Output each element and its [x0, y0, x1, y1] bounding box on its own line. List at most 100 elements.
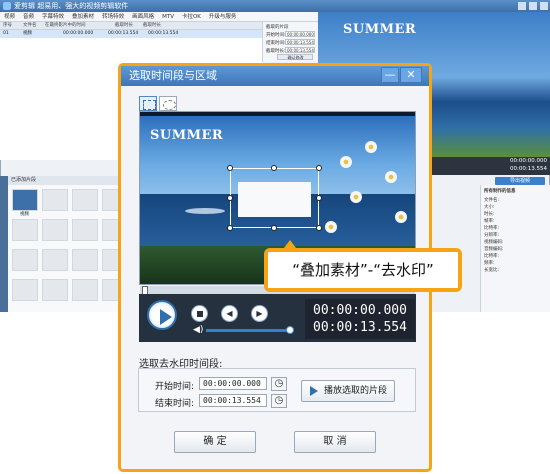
minimize-window-icon[interactable] [518, 2, 526, 10]
stop-button[interactable] [191, 305, 208, 322]
clip-list-header: 序号 文件名 在最终影片中的时间 截取时长 截取时长 [0, 22, 262, 30]
end-time-label: 结束时间: [155, 399, 195, 409]
media-thumb[interactable] [72, 279, 98, 301]
row-duration-2: 00:00:13.554 [148, 31, 179, 36]
media-thumb[interactable] [42, 189, 68, 211]
media-thumb[interactable] [42, 279, 68, 301]
selection-handle-mr[interactable] [316, 195, 322, 201]
menu-video[interactable]: 视频 [0, 12, 19, 22]
clip-list-row[interactable]: 01 视频 00:00:00.000 00:00:13.554 00:00:13.554 [0, 30, 262, 38]
menu-subtitle-effects[interactable]: 字幕特效 [38, 12, 68, 22]
row-index: 01 [3, 31, 9, 36]
clip-start-label: 开始时间: [266, 33, 286, 38]
cancel-button[interactable]: 取 消 [294, 431, 376, 453]
main-time-display: 00:00:00.000 00:00:13.554 [432, 157, 550, 175]
app-logo-icon [3, 2, 11, 10]
end-time-pick-button[interactable]: ◷ [271, 394, 287, 408]
callout-label: “叠加素材”-“去水印” [268, 252, 458, 288]
media-thumb[interactable] [12, 219, 38, 241]
main-time-current: 00:00:00.000 [510, 158, 547, 164]
props-filename: 文件名: [484, 198, 500, 203]
properties-panel: 所有制作的信息 文件名: 大小: 时长: 帧率: 比特率: 分辨率: 视频编码:… [480, 185, 550, 312]
main-preview-title: SUMMER [343, 22, 417, 37]
media-thumb[interactable] [42, 219, 68, 241]
ok-label: 确 定 [203, 436, 227, 447]
column-timeline: 在最终影片中的时间 [45, 23, 86, 28]
added-clips-tab[interactable]: 已添加片段 [8, 176, 132, 185]
callout-pointer [284, 240, 296, 248]
selection-handle-tl[interactable] [227, 165, 233, 171]
volume-icon[interactable]: ◀) [193, 325, 203, 335]
confirm-edit-button[interactable]: 确认修改 [277, 54, 313, 60]
next-frame-icon: ▶ [256, 309, 263, 318]
column-duration: 截取时长 [115, 23, 133, 28]
props-duration: 时长: [484, 212, 495, 217]
maximize-window-icon[interactable] [529, 2, 537, 10]
stop-icon [197, 311, 203, 317]
media-thumb[interactable] [72, 189, 98, 211]
flower-decoration [385, 171, 397, 183]
export-video-label: 导出视频 [509, 178, 530, 184]
props-audio-codec: 音频编码: [484, 247, 504, 252]
start-time-pick-button[interactable]: ◷ [271, 377, 287, 391]
media-thumb[interactable] [12, 279, 38, 301]
volume-knob[interactable] [286, 326, 294, 334]
close-icon: ✕ [406, 68, 416, 81]
props-frequency: 频率: [484, 261, 495, 266]
selection-handle-ml[interactable] [227, 195, 233, 201]
ellipse-select-tool-button[interactable] [159, 96, 177, 111]
selection-handle-br[interactable] [316, 225, 322, 231]
ellipse-select-icon [163, 100, 176, 110]
menu-overlay-material[interactable]: 叠加素材 [68, 12, 98, 22]
media-thumb-label: 视频 [20, 212, 29, 217]
media-thumb-video[interactable] [12, 189, 38, 211]
dialog-close-button[interactable]: ✕ [400, 67, 422, 83]
menu-upgrade[interactable]: 升级与服务 [205, 12, 241, 22]
clip-end-field[interactable]: 00:00:13.554 [285, 39, 315, 45]
column-duration-2: 截取时长 [143, 23, 161, 28]
flower-decoration [325, 221, 337, 233]
row-timeline: 00:00:00.000 [63, 31, 94, 36]
props-video-codec: 视频编码: [484, 240, 504, 245]
side-tab-strip[interactable] [0, 176, 8, 312]
play-button[interactable] [147, 300, 177, 330]
props-size: 大小: [484, 205, 495, 210]
export-video-button[interactable]: 导出视频 [495, 177, 545, 185]
dialog-minimize-button[interactable]: — [381, 67, 399, 83]
media-library: 视频 [8, 185, 132, 312]
close-window-icon[interactable] [540, 2, 548, 10]
menu-picture-style[interactable]: 画面风格 [128, 12, 158, 22]
prev-frame-button[interactable]: ◀ [221, 305, 238, 322]
clip-start-field[interactable]: 00:00:00.000 [285, 31, 315, 37]
flower-decoration [365, 141, 377, 153]
row-duration: 00:00:13.554 [108, 31, 139, 36]
selection-handle-bm[interactable] [271, 225, 277, 231]
menu-audio[interactable]: 音频 [19, 12, 38, 22]
props-framerate: 帧率: [484, 219, 495, 224]
start-time-label: 开始时间: [155, 382, 195, 392]
selection-handle-bl[interactable] [227, 225, 233, 231]
play-selection-button[interactable]: 播放选取的片段 [301, 380, 395, 402]
menu-mtv[interactable]: MTV [158, 12, 178, 22]
start-time-input[interactable]: 00:00:00.000 [199, 377, 267, 390]
rect-select-icon [143, 100, 156, 110]
ok-button[interactable]: 确 定 [174, 431, 256, 453]
media-thumb[interactable] [42, 249, 68, 271]
props-aspect: 长宽比: [484, 268, 500, 273]
end-time-input[interactable]: 00:00:13.554 [199, 394, 267, 407]
menu-karaoke[interactable]: 卡拉OK [178, 12, 205, 22]
app-titlebar: 爱剪辑 超易用、强大的视频剪辑软件 [0, 0, 550, 12]
media-thumb[interactable] [12, 249, 38, 271]
media-thumb[interactable] [72, 249, 98, 271]
selection-handle-tr[interactable] [316, 165, 322, 171]
next-frame-button[interactable]: ▶ [251, 305, 268, 322]
selection-handle-tm[interactable] [271, 165, 277, 171]
clip-info-panel: 截取的片段 开始时间: 00:00:00.000 结束时间: 00:00:13.… [262, 22, 318, 62]
media-thumb[interactable] [72, 219, 98, 241]
volume-slider[interactable] [206, 329, 290, 332]
watermark-selection-box[interactable] [230, 168, 319, 228]
menu-transition[interactable]: 转场特效 [98, 12, 128, 22]
rect-select-tool-button[interactable] [139, 96, 157, 111]
dialog-title: 选取时间段与区域 [129, 69, 217, 82]
app-title: 爱剪辑 超易用、强大的视频剪辑软件 [14, 2, 129, 10]
